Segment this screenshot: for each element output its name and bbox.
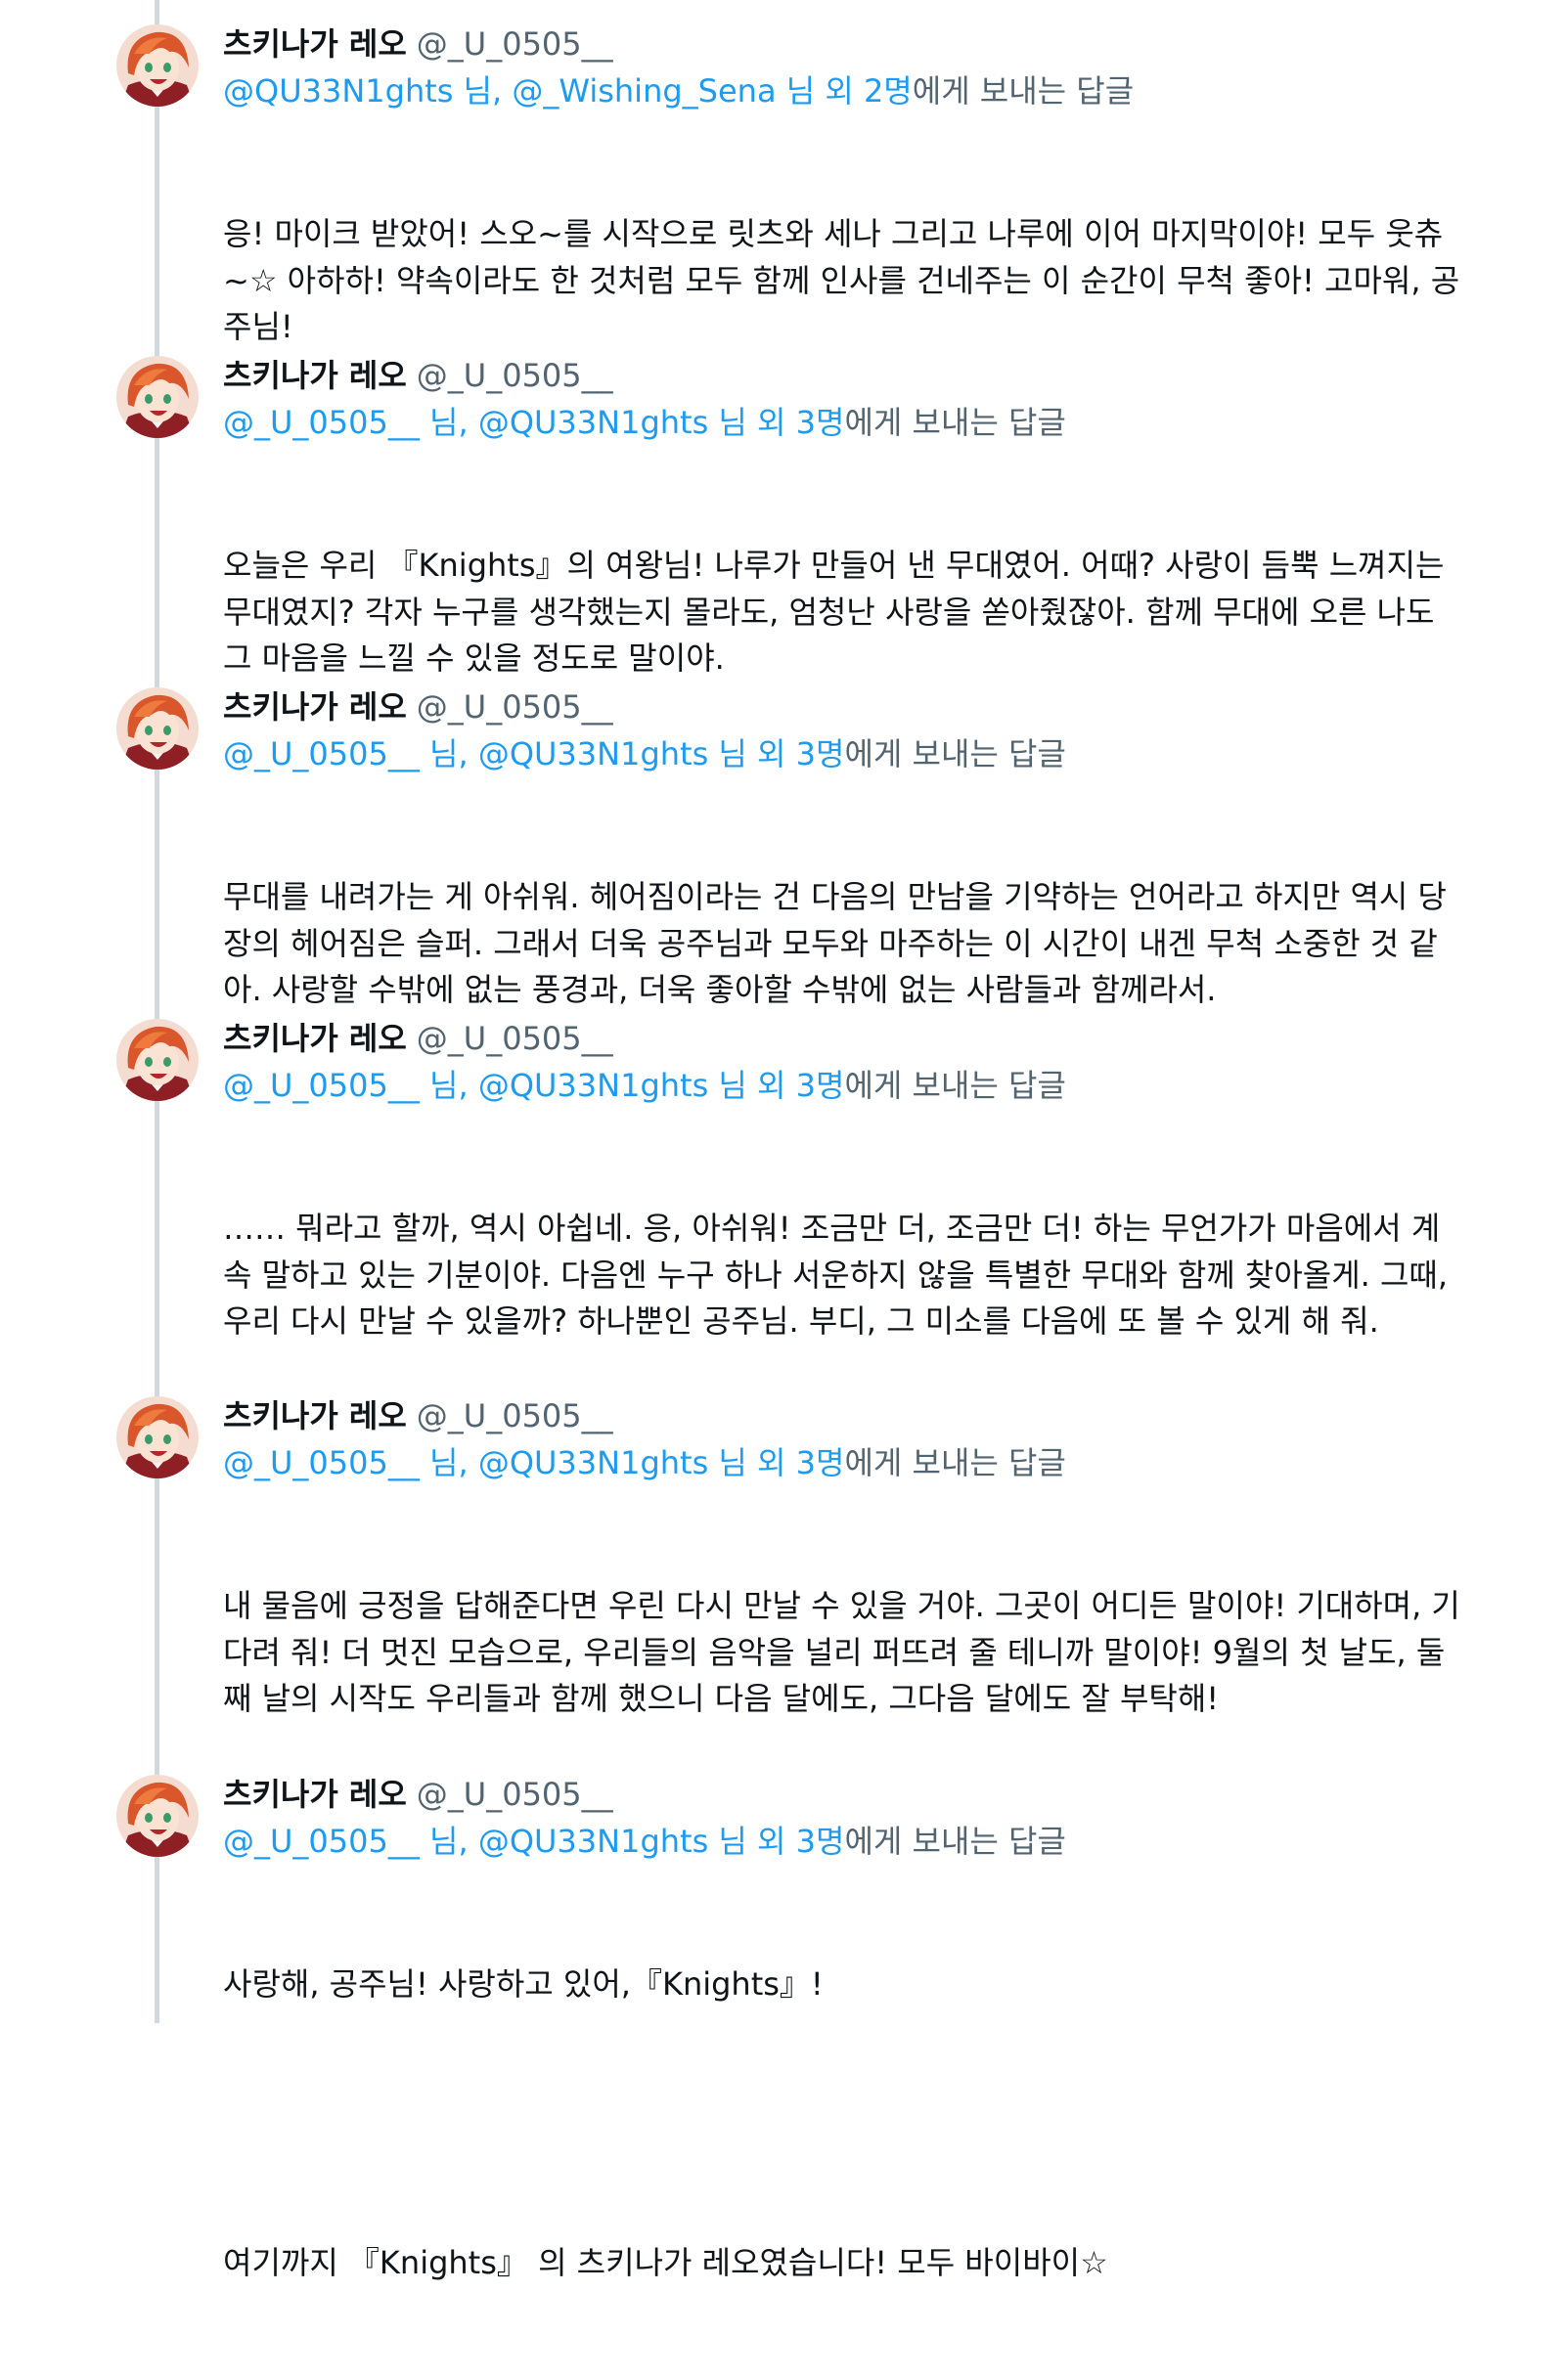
reply-mentions-link[interactable]: @_U_0505__ 님, @QU33N1ghts 님 외 3명 <box>223 404 844 441</box>
tweet-header: 츠키나가 레오 @_U_0505__ <box>223 1017 613 1060</box>
reply-mentions-link[interactable]: @QU33N1ghts 님, @_Wishing_Sena 님 외 2명 <box>223 72 913 110</box>
reply-context: @_U_0505__ 님, @QU33N1ghts 님 외 3명에게 보내는 답… <box>223 1820 1066 1863</box>
reply-context: @QU33N1ghts 님, @_Wishing_Sena 님 외 2명에게 보… <box>223 69 1134 112</box>
avatar-image-icon <box>116 687 199 770</box>
avatar-image-icon <box>116 24 199 107</box>
tweet-text-paragraph <box>223 2101 1465 2148</box>
avatar-image-icon <box>116 1019 199 1101</box>
tweet-text-paragraph: 응! 마이크 받았어! 스오~를 시작으로 릿츠와 세나 그리고 나루에 이어 … <box>223 215 1460 345</box>
tweet-header: 츠키나가 레오 @_U_0505__ <box>223 354 613 397</box>
tweet-header: 츠키나가 레오 @_U_0505__ <box>223 1394 613 1437</box>
reply-mentions-link[interactable]: @_U_0505__ 님, @QU33N1ghts 님 외 3명 <box>223 1444 844 1481</box>
reply-suffix: 에게 보내는 답글 <box>844 1444 1066 1481</box>
avatar[interactable] <box>116 1019 199 1101</box>
tweet-text-paragraph: 내 물음에 긍정을 답해준다면 우린 다시 만날 수 있을 거야. 그곳이 어디… <box>223 1587 1460 1717</box>
reply-suffix: 에게 보내는 답글 <box>844 1067 1066 1104</box>
tweet-header: 츠키나가 레오 @_U_0505__ <box>223 1773 613 1816</box>
avatar[interactable] <box>116 356 199 438</box>
display-name[interactable]: 츠키나가 레오 <box>223 1020 407 1057</box>
reply-context: @_U_0505__ 님, @QU33N1ghts 님 외 3명에게 보내는 답… <box>223 1441 1066 1484</box>
user-handle[interactable]: @_U_0505__ <box>417 1776 613 1813</box>
avatar[interactable] <box>116 687 199 770</box>
tweet-text-paragraph: 무대를 내려가는 게 아쉬워. 헤어짐이라는 건 다음의 만남을 기약하는 언어… <box>223 878 1447 1008</box>
avatar[interactable] <box>116 1775 199 1857</box>
tweet-text-paragraph: 여기까지 『Knights』 의 츠키나가 레오였습니다! 모두 바이바이☆ <box>223 2244 1108 2281</box>
tweet-text: …… 뭐라고 할까, 역시 아쉽네. 응, 아쉬워! 조금만 더, 조금만 더!… <box>223 1113 1465 1438</box>
avatar[interactable] <box>116 1396 199 1478</box>
avatar-image-icon <box>116 356 199 438</box>
reply-context: @_U_0505__ 님, @QU33N1ghts 님 외 3명에게 보내는 답… <box>223 1064 1066 1107</box>
tweet-header: 츠키나가 레오 @_U_0505__ <box>223 685 613 728</box>
reply-suffix: 에게 보내는 답글 <box>844 735 1066 772</box>
avatar-image-icon <box>116 1775 199 1857</box>
tweet-header: 츠키나가 레오 @_U_0505__ <box>223 22 613 66</box>
reply-suffix: 에게 보내는 답글 <box>844 404 1066 441</box>
reply-mentions-link[interactable]: @_U_0505__ 님, @QU33N1ghts 님 외 3명 <box>223 1067 844 1104</box>
reply-context: @_U_0505__ 님, @QU33N1ghts 님 외 3명에게 보내는 답… <box>223 732 1066 775</box>
reply-suffix: 에게 보내는 답글 <box>912 72 1135 110</box>
display-name[interactable]: 츠키나가 레오 <box>223 688 407 726</box>
avatar-image-icon <box>116 1396 199 1478</box>
display-name[interactable]: 츠키나가 레오 <box>223 1776 407 1813</box>
avatar[interactable] <box>116 24 199 107</box>
tweet-text-paragraph: 사랑해, 공주님! 사랑하고 있어,『Knights』! <box>223 1965 824 2003</box>
display-name[interactable]: 츠키나가 레오 <box>223 357 407 394</box>
user-handle[interactable]: @_U_0505__ <box>417 688 613 726</box>
display-name[interactable]: 츠키나가 레오 <box>223 25 407 63</box>
reply-mentions-link[interactable]: @_U_0505__ 님, @QU33N1ghts 님 외 3명 <box>223 1823 844 1860</box>
reply-context: @_U_0505__ 님, @QU33N1ghts 님 외 3명에게 보내는 답… <box>223 401 1066 444</box>
user-handle[interactable]: @_U_0505__ <box>417 1397 613 1434</box>
reply-mentions-link[interactable]: @_U_0505__ 님, @QU33N1ghts 님 외 3명 <box>223 735 844 772</box>
thread-connector-line <box>155 0 159 2023</box>
tweet-text: 내 물음에 긍정을 답해준다면 우린 다시 만날 수 있을 거야. 그곳이 어디… <box>223 1490 1465 1816</box>
user-handle[interactable]: @_U_0505__ <box>417 25 613 63</box>
user-handle[interactable]: @_U_0505__ <box>417 357 613 394</box>
tweet-text-paragraph: 오늘은 우리 『Knights』의 여왕님! 나루가 만들어 낸 무대였어. 어… <box>223 547 1454 677</box>
tweet-text: 사랑해, 공주님! 사랑하고 있어,『Knights』! 여기까지 『Knigh… <box>223 1869 1465 2380</box>
display-name[interactable]: 츠키나가 레오 <box>223 1397 407 1434</box>
user-handle[interactable]: @_U_0505__ <box>417 1020 613 1057</box>
reply-suffix: 에게 보내는 답글 <box>844 1823 1066 1860</box>
tweet-text-paragraph: …… 뭐라고 할까, 역시 아쉽네. 응, 아쉬워! 조금만 더, 조금만 더!… <box>223 1210 1458 1340</box>
